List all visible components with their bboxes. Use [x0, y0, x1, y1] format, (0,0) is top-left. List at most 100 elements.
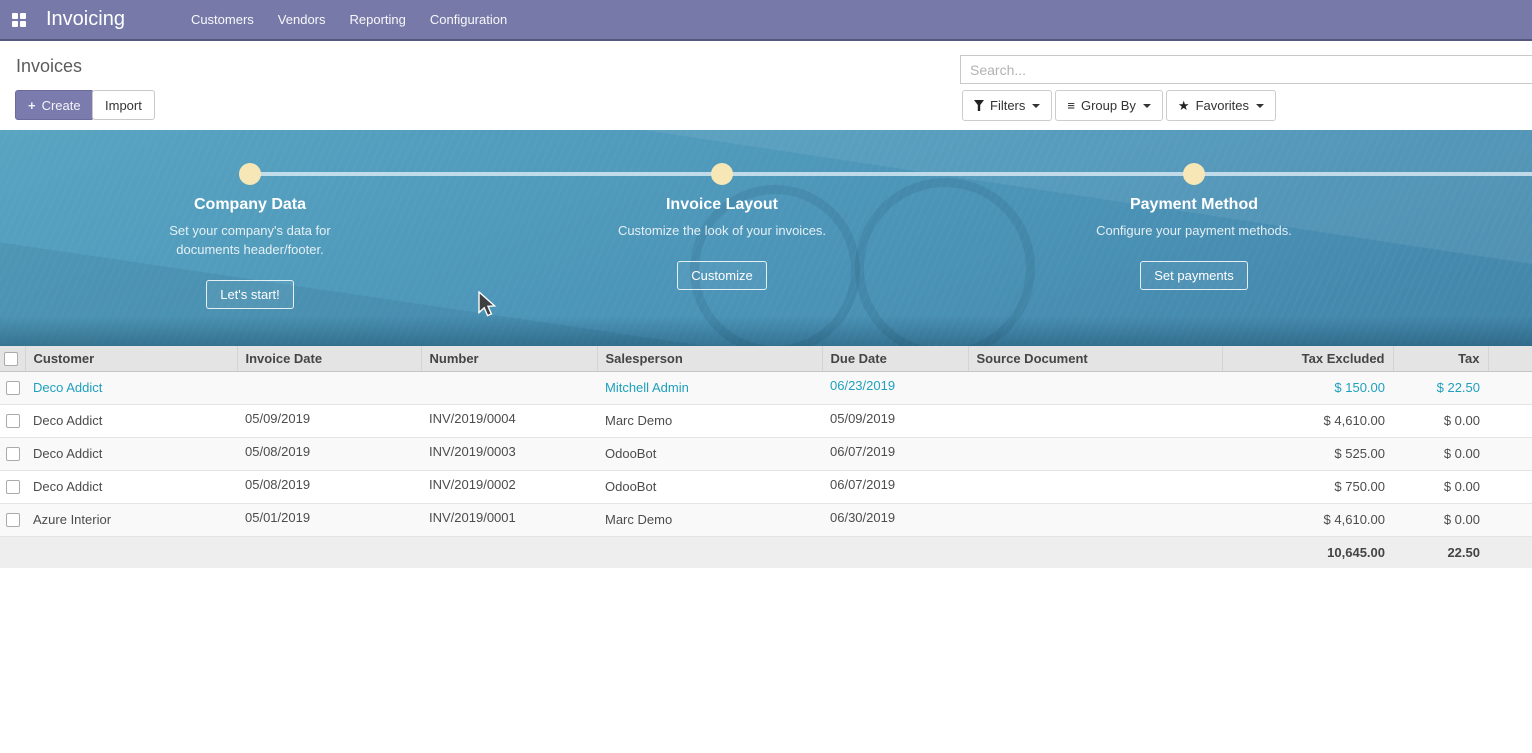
nav-item-reporting[interactable]: Reporting [338, 0, 418, 39]
filters-dropdown-button[interactable]: Filters [962, 90, 1052, 121]
nav-item-vendors[interactable]: Vendors [266, 0, 338, 39]
column-header-number[interactable]: Number [421, 346, 597, 371]
column-header-invoice-date[interactable]: Invoice Date [237, 346, 421, 371]
cell-due-date: 06/07/2019 [822, 470, 968, 503]
cell-tax: $ 0.00 [1393, 470, 1488, 503]
cell-tax: $ 0.00 [1393, 404, 1488, 437]
cell-tax-excluded: $ 525.00 [1222, 437, 1393, 470]
column-header-tax[interactable]: Tax [1393, 346, 1488, 371]
table-row[interactable]: Deco Addict 05/08/2019 INV/2019/0003 Odo… [0, 437, 1532, 470]
cell-invoice-date: 05/08/2019 [237, 437, 421, 470]
cell-customer: Deco Addict [25, 371, 237, 404]
table-header-row: Customer Invoice Date Number Salesperson… [0, 346, 1532, 371]
step-title: Invoice Layout [666, 196, 778, 214]
step-description: Customize the look of your invoices. [618, 221, 826, 240]
top-navbar: Invoicing Customers Vendors Reporting Co… [0, 0, 1532, 41]
step-title: Payment Method [1130, 196, 1258, 214]
filters-label: Filters [990, 98, 1025, 113]
total-tax: 22.50 [1393, 536, 1488, 568]
apps-menu-button[interactable] [0, 0, 38, 39]
row-checkbox[interactable] [6, 480, 20, 494]
table-row[interactable]: Azure Interior 05/01/2019 INV/2019/0001 … [0, 503, 1532, 536]
cell-customer: Deco Addict [25, 437, 237, 470]
cell-tax-excluded: $ 750.00 [1222, 470, 1393, 503]
cell-invoice-date: 05/01/2019 [237, 503, 421, 536]
cell-source-document [968, 371, 1222, 404]
caret-down-icon [1032, 104, 1040, 108]
cell-number: INV/2019/0004 [421, 404, 597, 437]
apps-grid-icon [12, 13, 26, 27]
caret-down-icon [1143, 104, 1151, 108]
nav-item-configuration[interactable]: Configuration [418, 0, 519, 39]
step-description: Set your company's data for documents he… [144, 221, 356, 259]
invoice-list-table: Customer Invoice Date Number Salesperson… [0, 346, 1532, 568]
cell-due-date: 06/07/2019 [822, 437, 968, 470]
cell-salesperson: Mitchell Admin [597, 371, 822, 404]
odoo-invoicing-screen: Invoicing Customers Vendors Reporting Co… [0, 0, 1532, 753]
column-header-customer[interactable]: Customer [25, 346, 237, 371]
cell-source-document [968, 470, 1222, 503]
cell-number: INV/2019/0001 [421, 503, 597, 536]
cell-salesperson: OdooBot [597, 437, 822, 470]
search-input[interactable] [960, 55, 1532, 84]
cell-due-date: 05/09/2019 [822, 404, 968, 437]
cell-invoice-date [237, 371, 421, 404]
cell-due-date: 06/23/2019 [822, 371, 968, 404]
cell-number: INV/2019/0003 [421, 437, 597, 470]
cell-salesperson: Marc Demo [597, 503, 822, 536]
column-header-salesperson[interactable]: Salesperson [597, 346, 822, 371]
table-row[interactable]: Deco Addict 05/09/2019 INV/2019/0004 Mar… [0, 404, 1532, 437]
column-header-due-date[interactable]: Due Date [822, 346, 968, 371]
select-all-checkbox[interactable] [4, 352, 18, 366]
onboarding-banner: Company Data Set your company's data for… [0, 130, 1532, 346]
cell-source-document [968, 404, 1222, 437]
customize-button[interactable]: Customize [677, 261, 766, 290]
cell-invoice-date: 05/09/2019 [237, 404, 421, 437]
cell-tax: $ 0.00 [1393, 503, 1488, 536]
column-header-source-document[interactable]: Source Document [968, 346, 1222, 371]
table-row[interactable]: Deco Addict 05/08/2019 INV/2019/0002 Odo… [0, 470, 1532, 503]
cell-number [421, 371, 597, 404]
cell-tax: $ 22.50 [1393, 371, 1488, 404]
table-row[interactable]: Deco Addict Mitchell Admin 06/23/2019 $ … [0, 371, 1532, 404]
select-all-header [0, 346, 25, 371]
row-checkbox[interactable] [6, 414, 20, 428]
onboarding-step-dot [239, 163, 261, 185]
cell-source-document [968, 503, 1222, 536]
group-by-dropdown-button[interactable]: ≡ Group By [1055, 90, 1163, 121]
app-title[interactable]: Invoicing [46, 8, 125, 31]
row-checkbox[interactable] [6, 447, 20, 461]
cell-source-document [968, 437, 1222, 470]
onboarding-step-dot [711, 163, 733, 185]
cell-number: INV/2019/0002 [421, 470, 597, 503]
cell-customer: Azure Interior [25, 503, 237, 536]
create-button[interactable]: + Create [15, 90, 94, 120]
column-header-spacer [1488, 346, 1532, 371]
row-checkbox[interactable] [6, 381, 20, 395]
nav-menu: Customers Vendors Reporting Configuratio… [179, 0, 519, 39]
onboarding-step-payment-method: Payment Method Configure your payment me… [1034, 196, 1354, 290]
cell-tax-excluded: $ 4,610.00 [1222, 503, 1393, 536]
nav-item-customers[interactable]: Customers [179, 0, 266, 39]
filter-funnel-icon [974, 100, 984, 111]
totals-row: 10,645.00 22.50 [0, 536, 1532, 568]
star-icon: ★ [1178, 98, 1190, 114]
onboarding-step-company-data: Company Data Set your company's data for… [90, 196, 410, 309]
caret-down-icon [1256, 104, 1264, 108]
step-title: Company Data [194, 196, 306, 214]
import-button[interactable]: Import [92, 90, 155, 120]
favorites-dropdown-button[interactable]: ★ Favorites [1166, 90, 1276, 121]
column-header-tax-excluded[interactable]: Tax Excluded [1222, 346, 1393, 371]
search-filter-buttons: Filters ≡ Group By ★ Favorites [962, 90, 1279, 121]
onboarding-step-invoice-layout: Invoice Layout Customize the look of you… [562, 196, 882, 290]
total-tax-excluded: 10,645.00 [1222, 536, 1393, 568]
row-checkbox[interactable] [6, 513, 20, 527]
cell-due-date: 06/30/2019 [822, 503, 968, 536]
onboarding-progress-line [250, 172, 1532, 176]
cell-invoice-date: 05/08/2019 [237, 470, 421, 503]
set-payments-button[interactable]: Set payments [1140, 261, 1248, 290]
cell-salesperson: Marc Demo [597, 404, 822, 437]
lets-start-button[interactable]: Let's start! [206, 280, 294, 309]
plus-icon: + [28, 98, 36, 113]
cell-tax: $ 0.00 [1393, 437, 1488, 470]
